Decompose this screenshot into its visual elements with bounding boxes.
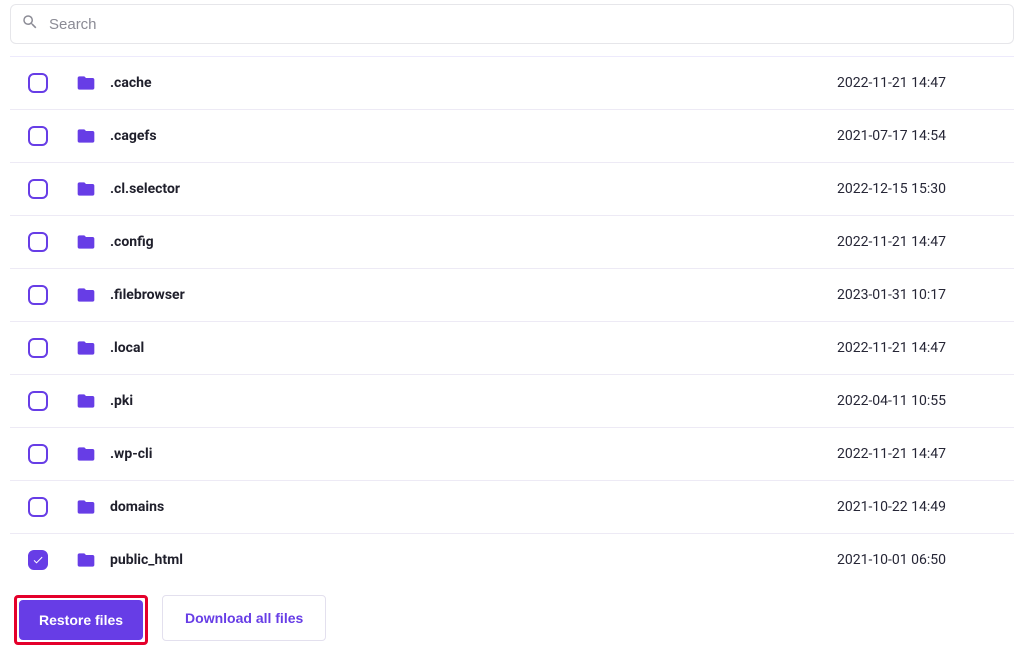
folder-icon xyxy=(76,338,96,358)
file-row[interactable]: .filebrowser2023-01-31 10:17 xyxy=(10,269,1014,322)
folder-icon xyxy=(76,444,96,464)
file-date: 2022-11-21 14:47 xyxy=(837,340,996,356)
row-checkbox[interactable] xyxy=(28,391,48,411)
row-checkbox[interactable] xyxy=(28,179,48,199)
file-date: 2022-11-21 14:47 xyxy=(837,446,996,462)
file-date: 2023-01-31 10:17 xyxy=(837,287,996,303)
file-row[interactable]: .cache2022-11-21 14:47 xyxy=(10,57,1014,110)
folder-icon xyxy=(76,232,96,252)
file-list: .cache2022-11-21 14:47.cagefs2021-07-17 … xyxy=(10,56,1014,585)
folder-icon xyxy=(76,126,96,146)
file-name: .cache xyxy=(110,75,837,91)
folder-icon xyxy=(76,391,96,411)
row-checkbox[interactable] xyxy=(28,232,48,252)
folder-icon xyxy=(76,285,96,305)
file-name: .cl.selector xyxy=(110,181,837,197)
restore-highlight-box: Restore files xyxy=(14,595,148,645)
file-name: .filebrowser xyxy=(110,287,837,303)
file-name: .local xyxy=(110,340,837,356)
file-name: .config xyxy=(110,234,837,250)
footer-actions: Restore files Download all files xyxy=(10,585,1014,651)
folder-icon xyxy=(76,550,96,570)
file-date: 2022-12-15 15:30 xyxy=(837,181,996,197)
file-row[interactable]: public_html2021-10-01 06:50 xyxy=(10,534,1014,585)
folder-icon xyxy=(76,73,96,93)
row-checkbox[interactable] xyxy=(28,338,48,358)
file-list-scroll[interactable]: .cache2022-11-21 14:47.cagefs2021-07-17 … xyxy=(10,57,1014,585)
row-checkbox[interactable] xyxy=(28,444,48,464)
file-row[interactable]: .cagefs2021-07-17 14:54 xyxy=(10,110,1014,163)
search-icon xyxy=(21,13,39,35)
file-row[interactable]: .local2022-11-21 14:47 xyxy=(10,322,1014,375)
file-row[interactable]: .config2022-11-21 14:47 xyxy=(10,216,1014,269)
file-row[interactable]: .pki2022-04-11 10:55 xyxy=(10,375,1014,428)
row-checkbox[interactable] xyxy=(28,285,48,305)
folder-icon xyxy=(76,497,96,517)
file-date: 2022-04-11 10:55 xyxy=(837,393,996,409)
file-date: 2022-11-21 14:47 xyxy=(837,75,996,91)
file-row[interactable]: .wp-cli2022-11-21 14:47 xyxy=(10,428,1014,481)
restore-files-button[interactable]: Restore files xyxy=(19,600,143,640)
file-row[interactable]: domains2021-10-22 14:49 xyxy=(10,481,1014,534)
file-date: 2021-10-22 14:49 xyxy=(837,499,996,515)
row-checkbox[interactable] xyxy=(28,73,48,93)
search-field[interactable] xyxy=(10,4,1014,44)
row-checkbox[interactable] xyxy=(28,550,48,570)
file-name: .wp-cli xyxy=(110,446,837,462)
row-checkbox[interactable] xyxy=(28,497,48,517)
file-name: domains xyxy=(110,499,837,515)
row-checkbox[interactable] xyxy=(28,126,48,146)
file-date: 2022-11-21 14:47 xyxy=(837,234,996,250)
file-date: 2021-07-17 14:54 xyxy=(837,128,996,144)
file-date: 2021-10-01 06:50 xyxy=(837,552,996,568)
file-name: .pki xyxy=(110,393,837,409)
search-bar xyxy=(10,0,1014,52)
file-name: .cagefs xyxy=(110,128,837,144)
folder-icon xyxy=(76,179,96,199)
file-name: public_html xyxy=(110,552,837,568)
download-all-button[interactable]: Download all files xyxy=(162,595,326,641)
file-row[interactable]: .cl.selector2022-12-15 15:30 xyxy=(10,163,1014,216)
search-input[interactable] xyxy=(39,16,1003,33)
